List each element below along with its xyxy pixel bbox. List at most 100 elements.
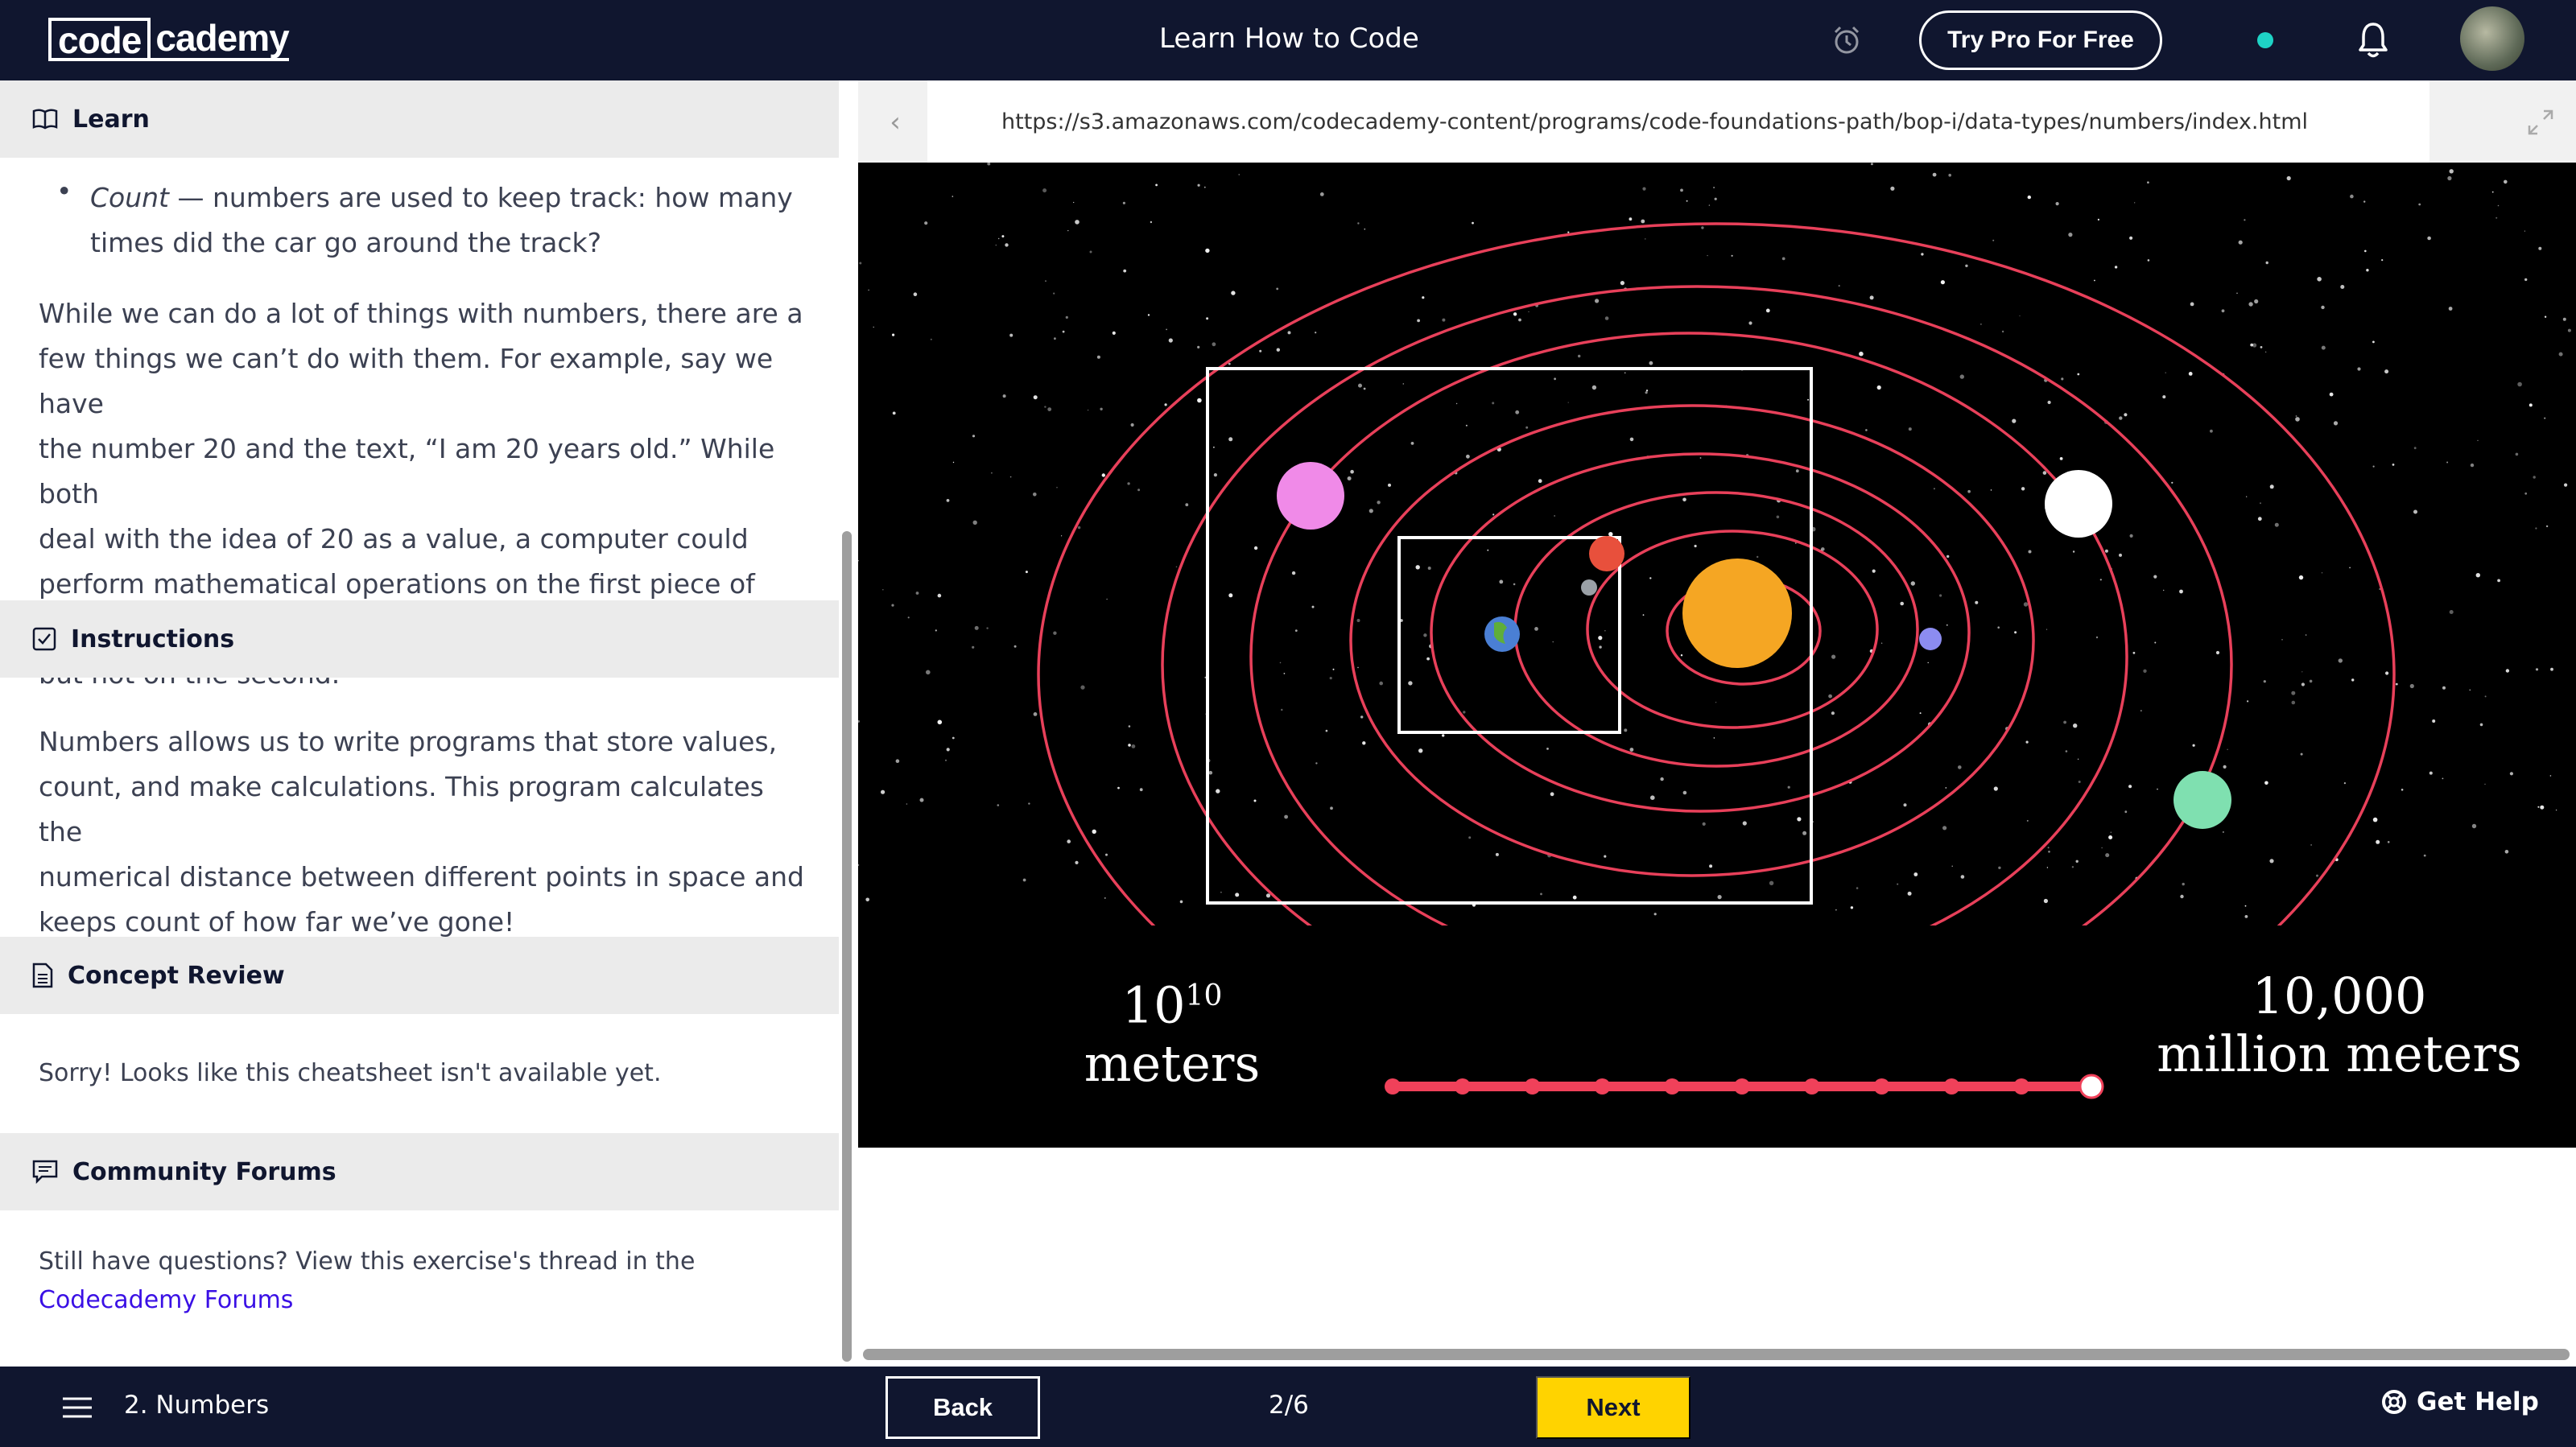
star [1835, 909, 1837, 911]
star [1208, 770, 1213, 775]
star [882, 589, 884, 591]
concept-review-section-header[interactable]: Concept Review [0, 937, 839, 1014]
star [1708, 204, 1711, 206]
star [2247, 700, 2249, 703]
lesson-panel-scrollbar[interactable] [842, 531, 852, 1362]
star [2395, 682, 2398, 686]
star [1940, 280, 1945, 285]
star [1572, 895, 1577, 900]
lesson-panel: Learn • Count — numbers are used to keep… [0, 80, 839, 1367]
star [1960, 875, 1965, 879]
slider-thumb[interactable] [2079, 1074, 2104, 1099]
course-title[interactable]: Learn How to Code [1159, 23, 1419, 55]
alarm-clock-icon[interactable] [1831, 24, 1863, 56]
star [2329, 392, 2334, 397]
star [1682, 497, 1686, 502]
star [1713, 187, 1715, 188]
notification-bell-icon[interactable] [2357, 21, 2389, 60]
user-avatar[interactable] [2460, 6, 2524, 71]
slider-step-dot[interactable] [1385, 1078, 1401, 1095]
document-icon [32, 963, 53, 988]
star [2321, 345, 2326, 350]
instructions-section-header[interactable]: Instructions [0, 600, 839, 678]
right-scale-value: 10,000 [2252, 967, 2427, 1025]
star [2469, 689, 2471, 691]
star [1680, 654, 1683, 657]
open-book-icon [32, 109, 58, 130]
community-forums-section-header[interactable]: Community Forums [0, 1133, 839, 1210]
star [2244, 915, 2248, 918]
star [1742, 821, 1747, 826]
star [2477, 439, 2479, 441]
star [2072, 550, 2075, 553]
star [1155, 183, 1158, 187]
try-pro-button[interactable]: Try Pro For Free [1919, 10, 2162, 70]
lesson-name[interactable]: 2. Numbers [124, 1391, 269, 1420]
slider-step-dot[interactable] [1454, 1078, 1471, 1095]
star [1595, 299, 1600, 303]
star [1311, 605, 1315, 608]
slider-step-dot[interactable] [1664, 1078, 1681, 1095]
slider-step-dot[interactable] [1734, 1078, 1750, 1095]
slider-step-dot[interactable] [2013, 1078, 2030, 1095]
star [2447, 175, 2452, 181]
star [1682, 790, 1687, 795]
star [881, 789, 886, 794]
get-help-button[interactable]: Get Help [2381, 1387, 2539, 1416]
next-button[interactable]: Next [1536, 1376, 1690, 1439]
back-arrow-icon[interactable]: ‹ [879, 106, 911, 138]
codecademy-forums-link[interactable]: Codecademy Forums [39, 1286, 293, 1314]
hamburger-menu-icon[interactable] [61, 1395, 93, 1420]
community-text: Still have questions? View this exercise… [39, 1243, 811, 1320]
star [1540, 893, 1542, 896]
slider-step-dot[interactable] [1873, 1078, 1890, 1095]
star [2309, 679, 2313, 683]
star [1228, 437, 1233, 442]
star [1550, 792, 1554, 797]
star [2101, 847, 2103, 849]
star [1276, 287, 1279, 291]
address-bar[interactable]: https://s3.amazonaws.com/codecademy-cont… [927, 80, 2429, 163]
star [1028, 802, 1030, 805]
star [1897, 883, 1899, 885]
star [1123, 269, 1127, 273]
star [892, 411, 896, 415]
star [1649, 577, 1652, 579]
star [1859, 351, 1864, 357]
star [1216, 789, 1220, 794]
slider-step-dot[interactable] [1943, 1078, 1960, 1095]
star [915, 592, 919, 595]
star [926, 670, 931, 675]
online-status-dot [2257, 32, 2273, 48]
star [1047, 407, 1052, 411]
star [1645, 391, 1648, 394]
star [1880, 642, 1883, 644]
browser-horizontal-scrollbar[interactable] [863, 1349, 2570, 1360]
star [1959, 374, 1964, 379]
codecademy-logo[interactable]: code cademy [48, 16, 290, 63]
star [1591, 385, 1597, 390]
star [1608, 532, 1613, 537]
star [1284, 814, 1288, 819]
star [1907, 891, 1912, 896]
expand-icon[interactable] [2523, 105, 2558, 140]
star [2524, 230, 2525, 232]
back-button[interactable]: Back [886, 1376, 1040, 1439]
browser-toolbar: ‹ https://s3.amazonaws.com/codecademy-co… [858, 80, 2576, 163]
star [2134, 202, 2136, 204]
star [1965, 264, 1968, 267]
star [2215, 650, 2220, 655]
star [1990, 489, 1992, 491]
solar-system-visualization: 1010 meters 10,000 million meters [858, 163, 2576, 1148]
learn-section-header[interactable]: Learn [0, 80, 839, 158]
star [2381, 259, 2384, 262]
slider-step-dot[interactable] [1803, 1078, 1820, 1095]
star [1604, 855, 1607, 858]
slider-step-dot[interactable] [1524, 1078, 1541, 1095]
star [2509, 772, 2513, 776]
star [952, 736, 955, 740]
star [1838, 285, 1840, 287]
slider-step-dot[interactable] [1594, 1078, 1611, 1095]
star [1802, 831, 1807, 835]
star [1197, 183, 1200, 187]
